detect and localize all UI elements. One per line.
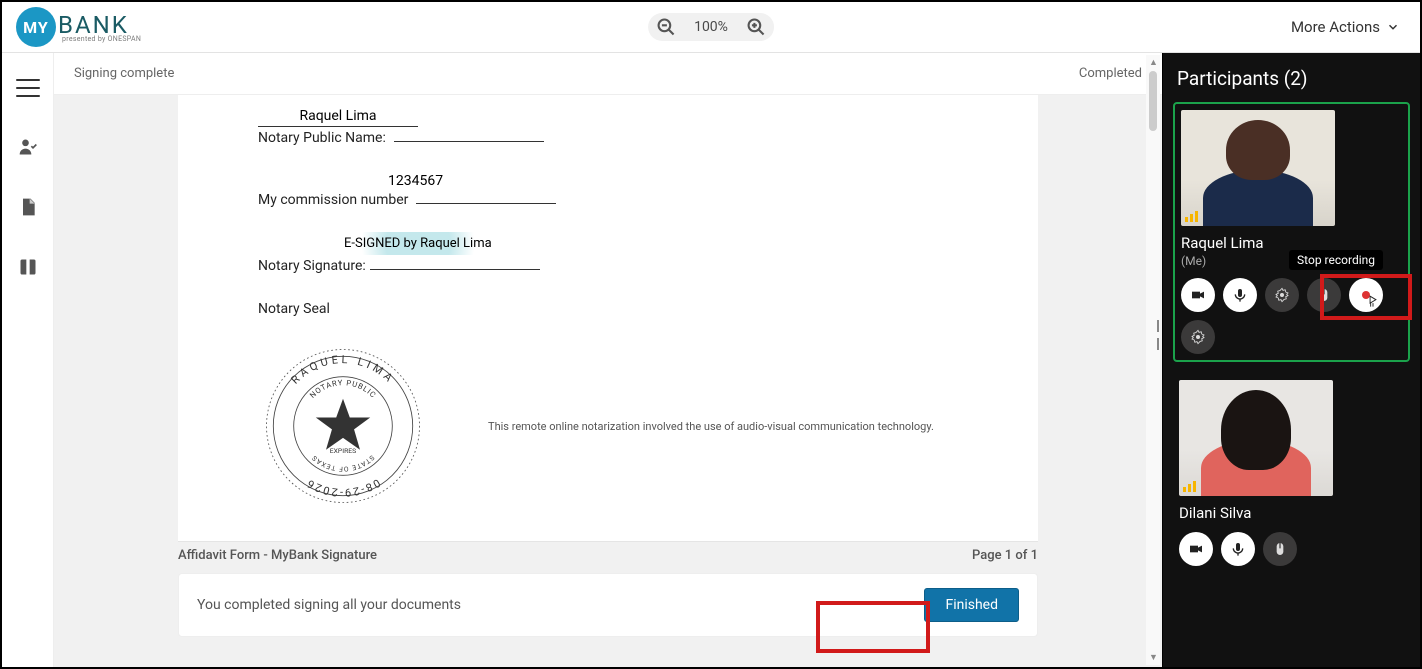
signal-icon (1183, 480, 1199, 492)
participants-panel: Participants (2) Raquel Lima (Me) (1162, 53, 1420, 667)
video-thumbnail-1[interactable] (1181, 110, 1335, 226)
finished-button[interactable]: Finished (924, 588, 1019, 622)
participant-card-me: Raquel Lima (Me) Stop recording (1173, 102, 1410, 362)
notary-name-value: Raquel Lima (258, 108, 418, 127)
mouse-control-button[interactable] (1307, 278, 1341, 312)
notary-seal: RAQUEL LIMA 08-29-2026 NOTARY PUBLIC STA… (258, 341, 428, 511)
logo-subtext: presented by ONESPAN (62, 35, 141, 43)
signer-icon[interactable] (18, 137, 38, 157)
signature-label: Notary Signature: (258, 258, 366, 274)
scrollbar[interactable]: ▲ ▼ (1146, 55, 1160, 665)
commission-label: My commission number (258, 192, 408, 208)
page-info: Page 1 of 1 (972, 548, 1038, 563)
status-left: Signing complete (74, 66, 174, 81)
tooltip-stop-recording: Stop recording (1289, 250, 1383, 270)
svg-text:EXPIRES: EXPIRES (330, 447, 356, 455)
zoom-value: 100% (694, 19, 728, 35)
mic-button-2[interactable] (1221, 532, 1255, 566)
video-thumbnail-2[interactable] (1179, 380, 1333, 496)
camera-button-2[interactable] (1179, 532, 1213, 566)
document-title: Affidavit Form - MyBank Signature (178, 548, 377, 563)
top-bar: MY BANK presented by ONESPAN 100% More A… (2, 2, 1420, 52)
settings-button[interactable] (1265, 278, 1299, 312)
status-right: Completed (1079, 66, 1142, 81)
more-settings-button[interactable] (1181, 320, 1215, 354)
zoom-in-icon[interactable] (746, 17, 766, 37)
signature-value: E-SIGNED by Raquel Lima (338, 232, 498, 255)
more-actions-label: More Actions (1291, 18, 1380, 36)
document-icon[interactable] (18, 197, 38, 217)
status-bar: Signing complete Completed (54, 53, 1162, 95)
camera-button[interactable] (1181, 278, 1215, 312)
participants-title: Participants (2) (1173, 53, 1410, 102)
commission-value: 1234567 (388, 173, 443, 189)
logo-circle: MY (16, 7, 56, 47)
document-area: Signing complete Completed Raquel Lima N… (54, 53, 1162, 667)
mouse-control-button-2[interactable] (1263, 532, 1297, 566)
chevron-down-icon (1386, 20, 1400, 34)
svg-text:NOTARY PUBLIC: NOTARY PUBLIC (308, 378, 378, 400)
document-meta: Affidavit Form - MyBank Signature Page 1… (178, 541, 1038, 573)
signal-icon (1185, 210, 1201, 222)
more-actions-menu[interactable]: More Actions (1291, 18, 1400, 36)
participant-name-2: Dilani Silva (1179, 504, 1404, 522)
disclaimer-text: This remote online notarization involved… (488, 420, 934, 433)
document-page: Raquel Lima Notary Public Name: 1234567 … (178, 95, 1038, 541)
seal-label: Notary Seal (258, 301, 330, 317)
completed-message: You completed signing all your documents (197, 597, 461, 613)
panel-resize-handle[interactable] (1154, 320, 1162, 350)
zoom-control: 100% (648, 13, 774, 41)
journal-icon[interactable] (18, 257, 38, 277)
finish-bar: You completed signing all your documents… (178, 573, 1038, 637)
hamburger-icon[interactable] (16, 79, 40, 97)
notary-name-label: Notary Public Name: (258, 130, 386, 146)
mic-button[interactable] (1223, 278, 1257, 312)
side-nav (2, 53, 54, 667)
participant-card-2: Dilani Silva (1173, 374, 1410, 566)
logo: MY BANK presented by ONESPAN (16, 7, 141, 47)
record-button[interactable] (1349, 278, 1383, 312)
zoom-out-icon[interactable] (656, 17, 676, 37)
